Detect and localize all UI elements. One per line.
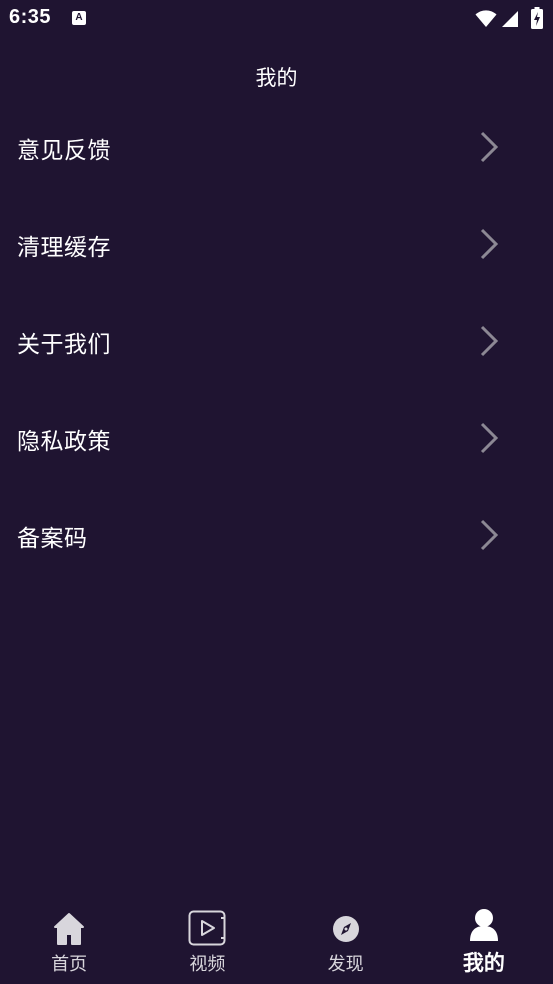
- bottom-nav: 首页 视频 发现 我的: [0, 902, 553, 984]
- menu-item-label: 关于我们: [17, 332, 111, 358]
- tab-home[interactable]: 首页: [0, 902, 138, 984]
- chevron-right-icon: [480, 325, 499, 357]
- wifi-icon: [475, 10, 497, 27]
- chevron-right-icon: [480, 131, 499, 163]
- settings-menu: 意见反馈 清理缓存 关于我们 隐私政策 备案码: [0, 99, 553, 584]
- tab-label: 我的: [462, 951, 505, 975]
- chevron-right-icon: [480, 422, 499, 454]
- menu-item-clear-cache[interactable]: 清理缓存: [0, 196, 553, 293]
- tab-label: 首页: [51, 954, 88, 975]
- menu-item-about-us[interactable]: 关于我们: [0, 293, 553, 390]
- menu-item-feedback[interactable]: 意见反馈: [0, 99, 553, 196]
- chevron-right-icon: [480, 519, 499, 551]
- menu-item-filing-code[interactable]: 备案码: [0, 487, 553, 584]
- menu-item-label: 隐私政策: [17, 429, 111, 455]
- menu-item-label: 意见反馈: [17, 138, 111, 164]
- battery-charging-icon: [531, 7, 543, 29]
- compass-icon: [332, 916, 359, 942]
- status-time: 6:35: [9, 6, 52, 28]
- profile-screen: 6:35 A 我的 意见反馈 清理缓存 关于我们 隐私政策 备案码 首页 视频 …: [0, 0, 553, 984]
- tab-discover[interactable]: 发现: [277, 902, 415, 984]
- home-icon: [54, 913, 85, 945]
- menu-item-label: 备案码: [17, 526, 88, 552]
- profile-icon: [469, 909, 498, 941]
- status-bar: 6:35 A: [0, 0, 553, 40]
- a-notification-icon: A: [72, 11, 86, 25]
- tab-profile[interactable]: 我的: [415, 902, 553, 984]
- tab-video[interactable]: 视频: [138, 902, 276, 984]
- tab-label: 视频: [189, 954, 226, 975]
- menu-item-label: 清理缓存: [17, 235, 111, 261]
- menu-item-privacy-policy[interactable]: 隐私政策: [0, 390, 553, 487]
- page-title: 我的: [255, 66, 298, 90]
- tab-label: 发现: [327, 954, 364, 975]
- chevron-right-icon: [480, 228, 499, 260]
- signal-icon: [502, 11, 518, 27]
- video-icon: [188, 910, 226, 946]
